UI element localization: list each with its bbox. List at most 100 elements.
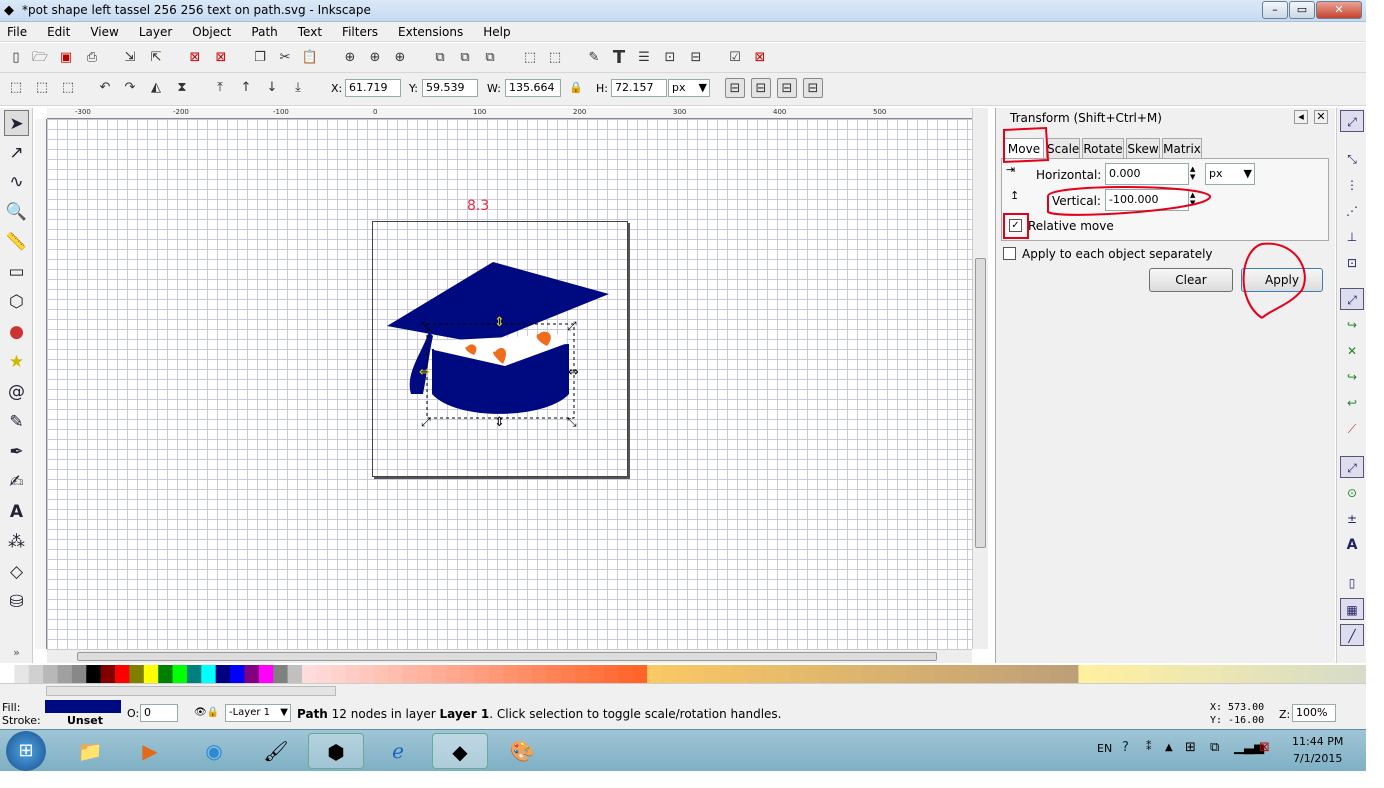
palette-swatch[interactable] (186, 665, 202, 683)
flip-horizontal-icon[interactable]: ◭ (146, 78, 166, 98)
snap-text-baseline-icon[interactable]: A (1340, 534, 1364, 556)
snap-smooth-icon[interactable]: ↩ (1340, 392, 1364, 414)
spin-icon[interactable]: ▲ ▼ (1190, 191, 1195, 207)
clear-button[interactable]: Clear (1149, 268, 1233, 292)
snap-bbox-corner-icon[interactable]: ⋰ (1340, 200, 1364, 222)
palette-swatch[interactable] (718, 665, 734, 683)
fill-stroke-icon[interactable]: ✎ (584, 48, 604, 68)
snap-bbox-edge-icon[interactable]: ⋮ (1340, 174, 1364, 196)
paint-app-icon[interactable]: 🖌 (248, 733, 304, 769)
palette-swatch[interactable] (560, 665, 576, 683)
x-field[interactable]: 61.719 (345, 79, 401, 97)
horizontal-scrollbar[interactable] (47, 649, 972, 663)
palette-swatch[interactable] (647, 665, 662, 683)
menu-edit[interactable]: Edit (40, 25, 70, 39)
palette-swatch[interactable] (1092, 665, 1108, 683)
palette-swatch[interactable] (1164, 665, 1180, 683)
tray-windows-icon[interactable]: ⊞ (1185, 740, 1196, 755)
palette-swatch[interactable] (345, 665, 360, 683)
tray-network-icon[interactable]: ⧉ (1210, 740, 1219, 755)
palette-swatch[interactable] (1150, 665, 1166, 683)
snap-page-border-icon[interactable]: ▯ (1340, 572, 1364, 594)
palette-swatch[interactable] (1006, 665, 1022, 683)
minimize-button[interactable]: – (1262, 1, 1288, 19)
palette-swatch[interactable] (862, 665, 878, 683)
palette-swatch[interactable] (776, 665, 792, 683)
unlink-clone-icon[interactable]: ⧉ (480, 48, 500, 68)
unit-select[interactable]: px ▼ (1205, 163, 1255, 185)
inkscape-taskbar-icon[interactable]: ◆ (432, 733, 488, 769)
menu-view[interactable]: View (83, 25, 118, 39)
palette-swatch[interactable] (819, 665, 835, 683)
snap-midpoint-icon[interactable]: ⊥ (1340, 226, 1364, 248)
menu-object[interactable]: Object (185, 25, 231, 39)
palette-swatch[interactable] (330, 665, 346, 683)
palette-swatch[interactable] (0, 665, 15, 683)
flip-vertical-icon[interactable]: ⧗ (172, 78, 192, 98)
menu-help[interactable]: Help (476, 25, 510, 39)
snap-nodes-icon[interactable]: ⤢ (1340, 288, 1364, 310)
pen-tool-icon[interactable]: ✒ (4, 439, 29, 465)
maximize-button[interactable]: ▭ (1289, 1, 1315, 19)
vertical-input[interactable]: -100.000 (1105, 189, 1189, 211)
palette-swatch[interactable] (589, 665, 605, 683)
scroll-thumb[interactable] (975, 258, 986, 548)
transform-patterns-icon[interactable]: ⊟ (803, 78, 823, 98)
palette-swatch[interactable] (891, 665, 907, 683)
layer-visibility-icon[interactable]: 👁🔒 (194, 707, 219, 718)
palette-swatch[interactable] (215, 665, 231, 683)
menu-file[interactable]: File (0, 25, 27, 39)
tab-scale[interactable]: Scale (1046, 138, 1080, 158)
palette-swatch[interactable] (934, 665, 950, 683)
select-all-icon[interactable]: ⬚ (6, 78, 26, 98)
paint-bucket-tool-icon[interactable]: ⛁ (4, 589, 29, 615)
tab-move[interactable]: Move (1004, 138, 1044, 158)
palette-swatch[interactable] (14, 665, 30, 683)
lower-bottom-icon[interactable]: ⤓ (288, 78, 308, 98)
snap-rotation-center-icon[interactable]: ± (1340, 508, 1364, 530)
palette-swatch[interactable] (690, 665, 706, 683)
transform-gradients-icon[interactable]: ⊟ (777, 78, 797, 98)
palette-swatch[interactable] (301, 665, 317, 683)
volume-muted-icon[interactable]: ⊠ (1259, 740, 1270, 755)
node-tool-icon[interactable]: ↗ (4, 140, 29, 166)
tab-skew[interactable]: Skew (1126, 138, 1160, 158)
group-icon[interactable]: ⬚ (520, 48, 540, 68)
palette-swatch[interactable] (86, 665, 102, 683)
palette-swatch[interactable] (158, 665, 174, 683)
palette-swatch[interactable] (488, 665, 504, 683)
palette-swatch[interactable] (532, 665, 547, 683)
scale-stroke-icon[interactable]: ⊟ (725, 78, 745, 98)
palette-swatch[interactable] (747, 665, 763, 683)
palette-swatch[interactable] (129, 665, 145, 683)
palette-swatch[interactable] (474, 665, 490, 683)
palette-swatch[interactable] (805, 665, 821, 683)
snap-object-center-icon[interactable]: ⊙ (1340, 482, 1364, 504)
media-player-icon[interactable]: ▶ (122, 733, 178, 769)
menu-layer[interactable]: Layer (132, 25, 172, 39)
start-button[interactable]: ⊞ (6, 731, 46, 771)
ellipse-tool-icon[interactable]: ● (4, 319, 29, 345)
w-field[interactable]: 135.664 (505, 79, 561, 97)
palette-swatch[interactable] (201, 665, 217, 683)
snap-guide-icon[interactable]: ╱ (1340, 624, 1364, 646)
rotate-cw-icon[interactable]: ↷ (120, 78, 140, 98)
scroll-thumb[interactable] (77, 652, 937, 661)
palette-swatch[interactable] (1078, 665, 1094, 683)
palette-swatch[interactable] (762, 665, 777, 683)
text-font-icon[interactable]: T (609, 48, 629, 68)
palette-swatch[interactable] (287, 665, 303, 683)
doc-properties-icon[interactable]: ☑ (725, 48, 745, 68)
palette-swatch[interactable] (143, 665, 159, 683)
menu-extensions[interactable]: Extensions (391, 25, 463, 39)
snap-bbox-icon[interactable]: ⤡ (1340, 148, 1364, 170)
tray-icon[interactable]: ⁑ (1146, 740, 1152, 753)
apply-each-checkbox[interactable] (1003, 247, 1016, 260)
zoom-field[interactable]: 100% (1292, 704, 1336, 722)
palette-swatch[interactable] (1020, 665, 1036, 683)
relative-move-checkbox[interactable]: ✓ (1009, 219, 1022, 232)
snap-cusp-icon[interactable]: ↪ (1340, 366, 1364, 388)
export-icon[interactable]: ⇱ (146, 48, 166, 68)
palette-swatch[interactable] (1294, 665, 1309, 683)
paste-icon[interactable]: 📋 (300, 48, 320, 68)
